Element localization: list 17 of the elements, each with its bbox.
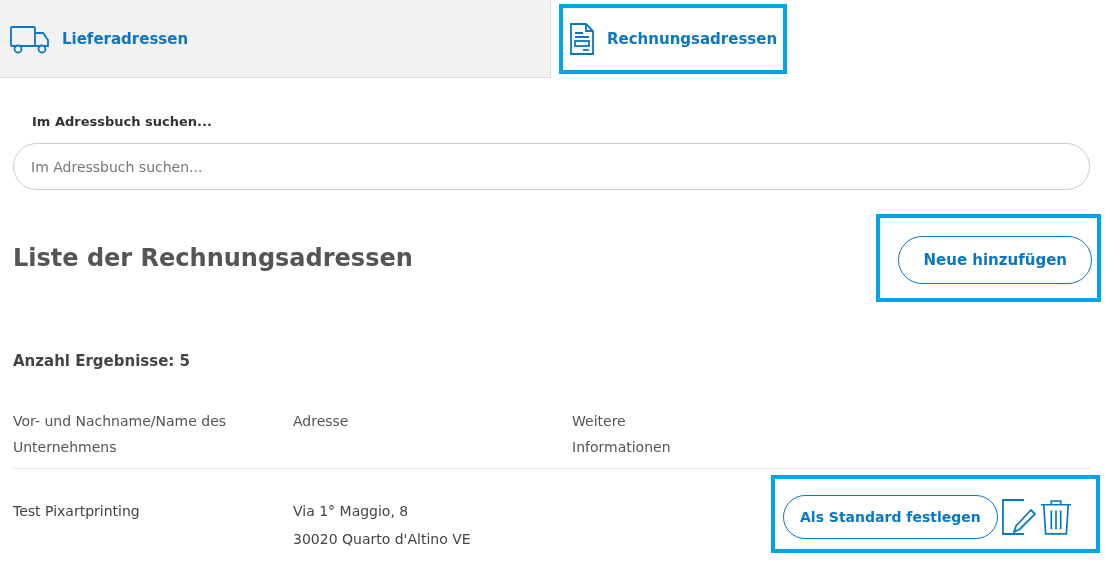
- column-header: Vor- und Nachname/Name des Unternehmens: [13, 412, 228, 457]
- edit-icon[interactable]: [1001, 499, 1036, 535]
- address-line: 30020 Quarto d'Altino VE: [293, 530, 472, 549]
- tab[interactable]: Lieferadressen: [0, 0, 551, 78]
- address-line: Via 1° Maggio, 8: [293, 502, 410, 521]
- set-default-button[interactable]: Als Standard festlegen: [783, 495, 998, 539]
- add-button[interactable]: Neue hinzufügen: [898, 236, 1092, 284]
- search-field[interactable]: Im Adressbuch suchen...: [13, 143, 1090, 190]
- column-header: Weitere Informationen: [572, 412, 672, 457]
- column-header: Adresse: [293, 412, 350, 431]
- table-cell-text: Test Pixartprinting: [13, 502, 141, 521]
- trash-icon[interactable]: [1039, 499, 1072, 535]
- search-label: Im Adressbuch suchen...: [32, 114, 213, 129]
- result-count: Anzahl Ergebnisse: 5: [13, 352, 191, 370]
- document-icon: [569, 23, 595, 55]
- list-title: Liste der Rechnungsadressen: [13, 244, 413, 272]
- truck-icon: [10, 23, 50, 54]
